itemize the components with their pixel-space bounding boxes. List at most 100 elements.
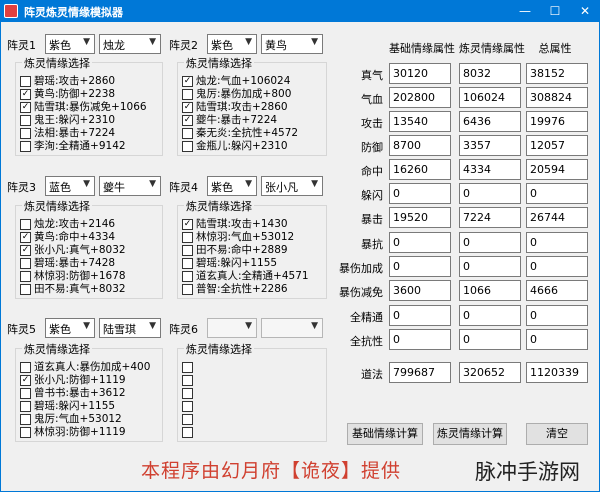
bond-option[interactable]: 普智:全抗性+2286 (182, 283, 309, 296)
bond-option[interactable]: 林惊羽:防御+1119 (20, 426, 150, 439)
checkbox[interactable] (182, 362, 193, 373)
bond-option[interactable]: 道玄真人:全精通+4571 (182, 270, 309, 283)
checkbox[interactable] (182, 427, 193, 438)
stat-refine-field[interactable]: 6436 (459, 111, 521, 132)
stat-base-field[interactable]: 0 (389, 305, 451, 326)
checkbox[interactable] (20, 258, 31, 269)
bond-option[interactable]: 李洵:全精通+9142 (20, 140, 147, 153)
stat-total-field[interactable]: 308824 (526, 87, 588, 108)
bond-option[interactable]: 张小凡:防御+1119 (20, 374, 150, 387)
bond-option[interactable]: 道玄真人:暴伤加成+400 (20, 361, 150, 374)
bond-option[interactable] (182, 374, 196, 387)
slot2-spirit-select[interactable]: 黄鸟 ▼ (261, 34, 323, 54)
stat-refine-field[interactable]: 8032 (459, 63, 521, 84)
minimize-button[interactable]: — (510, 0, 540, 22)
clear-button[interactable]: 清空 (526, 423, 588, 445)
checkbox[interactable] (182, 232, 193, 243)
checkbox[interactable] (20, 388, 31, 399)
bond-option[interactable] (182, 426, 196, 439)
stat-refine-field[interactable]: 106024 (459, 87, 521, 108)
checkbox[interactable] (20, 76, 31, 87)
stat-total-field[interactable]: 0 (526, 183, 588, 204)
slot3-spirit-select[interactable]: 夔牛 ▼ (99, 176, 161, 196)
stat-refine-field[interactable]: 320652 (459, 362, 521, 383)
bond-option[interactable] (182, 387, 196, 400)
checkbox[interactable] (182, 414, 193, 425)
refine-calc-button[interactable]: 炼灵情缘计算 (433, 423, 507, 445)
bond-option[interactable]: 秦无炎:全抗性+4572 (182, 127, 298, 140)
checkbox[interactable] (182, 76, 193, 87)
stat-base-field[interactable]: 16260 (389, 159, 451, 180)
stat-refine-field[interactable]: 1066 (459, 280, 521, 301)
checkbox[interactable] (182, 284, 193, 295)
stat-base-field[interactable]: 8700 (389, 135, 451, 156)
stat-base-field[interactable]: 0 (389, 183, 451, 204)
stat-total-field[interactable]: 1120339 (526, 362, 588, 383)
stat-total-field[interactable]: 4666 (526, 280, 588, 301)
bond-option[interactable]: 陆雪琪:攻击+2860 (182, 101, 298, 114)
bond-option[interactable]: 林惊羽:气血+53012 (182, 231, 309, 244)
stat-base-field[interactable]: 13540 (389, 111, 451, 132)
stat-base-field[interactable]: 19520 (389, 207, 451, 228)
checkbox[interactable] (182, 258, 193, 269)
stat-total-field[interactable]: 12057 (526, 135, 588, 156)
bond-option[interactable]: 鬼厉:暴伤加成+800 (182, 88, 298, 101)
bond-option[interactable]: 碧瑶:暴击+7428 (20, 257, 126, 270)
stat-refine-field[interactable]: 7224 (459, 207, 521, 228)
bond-option[interactable]: 碧瑶:躲闪+1155 (182, 257, 309, 270)
bond-option[interactable]: 张小凡:真气+8032 (20, 244, 126, 257)
checkbox[interactable] (20, 414, 31, 425)
checkbox[interactable] (182, 219, 193, 230)
bond-option[interactable] (182, 413, 196, 426)
stat-total-field[interactable]: 19976 (526, 111, 588, 132)
close-button[interactable]: ✕ (570, 0, 600, 22)
checkbox[interactable] (182, 141, 193, 152)
checkbox[interactable] (182, 128, 193, 139)
checkbox[interactable] (182, 271, 193, 282)
bond-option[interactable]: 林惊羽:防御+1678 (20, 270, 126, 283)
checkbox[interactable] (20, 401, 31, 412)
bond-option[interactable]: 碧瑶:攻击+2860 (20, 75, 147, 88)
maximize-button[interactable]: ☐ (540, 0, 570, 22)
checkbox[interactable] (20, 141, 31, 152)
slot1-spirit-select[interactable]: 烛龙 ▼ (99, 34, 161, 54)
bond-option[interactable]: 碧瑶:躲闪+1155 (20, 400, 150, 413)
checkbox[interactable] (20, 362, 31, 373)
bond-option[interactable]: 烛龙:攻击+2146 (20, 218, 126, 231)
checkbox[interactable] (20, 271, 31, 282)
bond-option[interactable]: 田不易:真气+8032 (20, 283, 126, 296)
stat-base-field[interactable]: 3600 (389, 280, 451, 301)
stat-base-field[interactable]: 0 (389, 329, 451, 350)
stat-base-field[interactable]: 0 (389, 232, 451, 253)
stat-base-field[interactable]: 799687 (389, 362, 451, 383)
stat-total-field[interactable]: 0 (526, 329, 588, 350)
slot5-spirit-select[interactable]: 陆雪琪 ▼ (99, 318, 161, 338)
stat-base-field[interactable]: 202800 (389, 87, 451, 108)
checkbox[interactable] (20, 375, 31, 386)
bond-option[interactable]: 鬼厉:气血+53012 (20, 413, 150, 426)
checkbox[interactable] (182, 89, 193, 100)
bond-option[interactable]: 陆雪琪:暴伤减免+1066 (20, 101, 147, 114)
bond-option[interactable]: 烛龙:气血+106024 (182, 75, 298, 88)
slot5-quality-select[interactable]: 紫色 ▼ (45, 318, 95, 338)
stat-total-field[interactable]: 0 (526, 232, 588, 253)
stat-total-field[interactable]: 0 (526, 256, 588, 277)
checkbox[interactable] (182, 401, 193, 412)
slot4-quality-select[interactable]: 紫色 ▼ (207, 176, 257, 196)
checkbox[interactable] (182, 388, 193, 399)
stat-total-field[interactable]: 38152 (526, 63, 588, 84)
checkbox[interactable] (20, 128, 31, 139)
stat-total-field[interactable]: 26744 (526, 207, 588, 228)
checkbox[interactable] (20, 284, 31, 295)
slot1-quality-select[interactable]: 紫色 ▼ (45, 34, 95, 54)
stat-base-field[interactable]: 30120 (389, 63, 451, 84)
bond-option[interactable]: 金瓶儿:躲闪+2310 (182, 140, 298, 153)
checkbox[interactable] (20, 102, 31, 113)
checkbox[interactable] (20, 427, 31, 438)
slot6-quality-select[interactable]: ▼ (207, 318, 257, 338)
stat-refine-field[interactable]: 0 (459, 256, 521, 277)
base-calc-button[interactable]: 基础情缘计算 (347, 423, 423, 445)
slot2-quality-select[interactable]: 紫色 ▼ (207, 34, 257, 54)
stat-total-field[interactable]: 0 (526, 305, 588, 326)
bond-option[interactable]: 法相:暴击+7224 (20, 127, 147, 140)
